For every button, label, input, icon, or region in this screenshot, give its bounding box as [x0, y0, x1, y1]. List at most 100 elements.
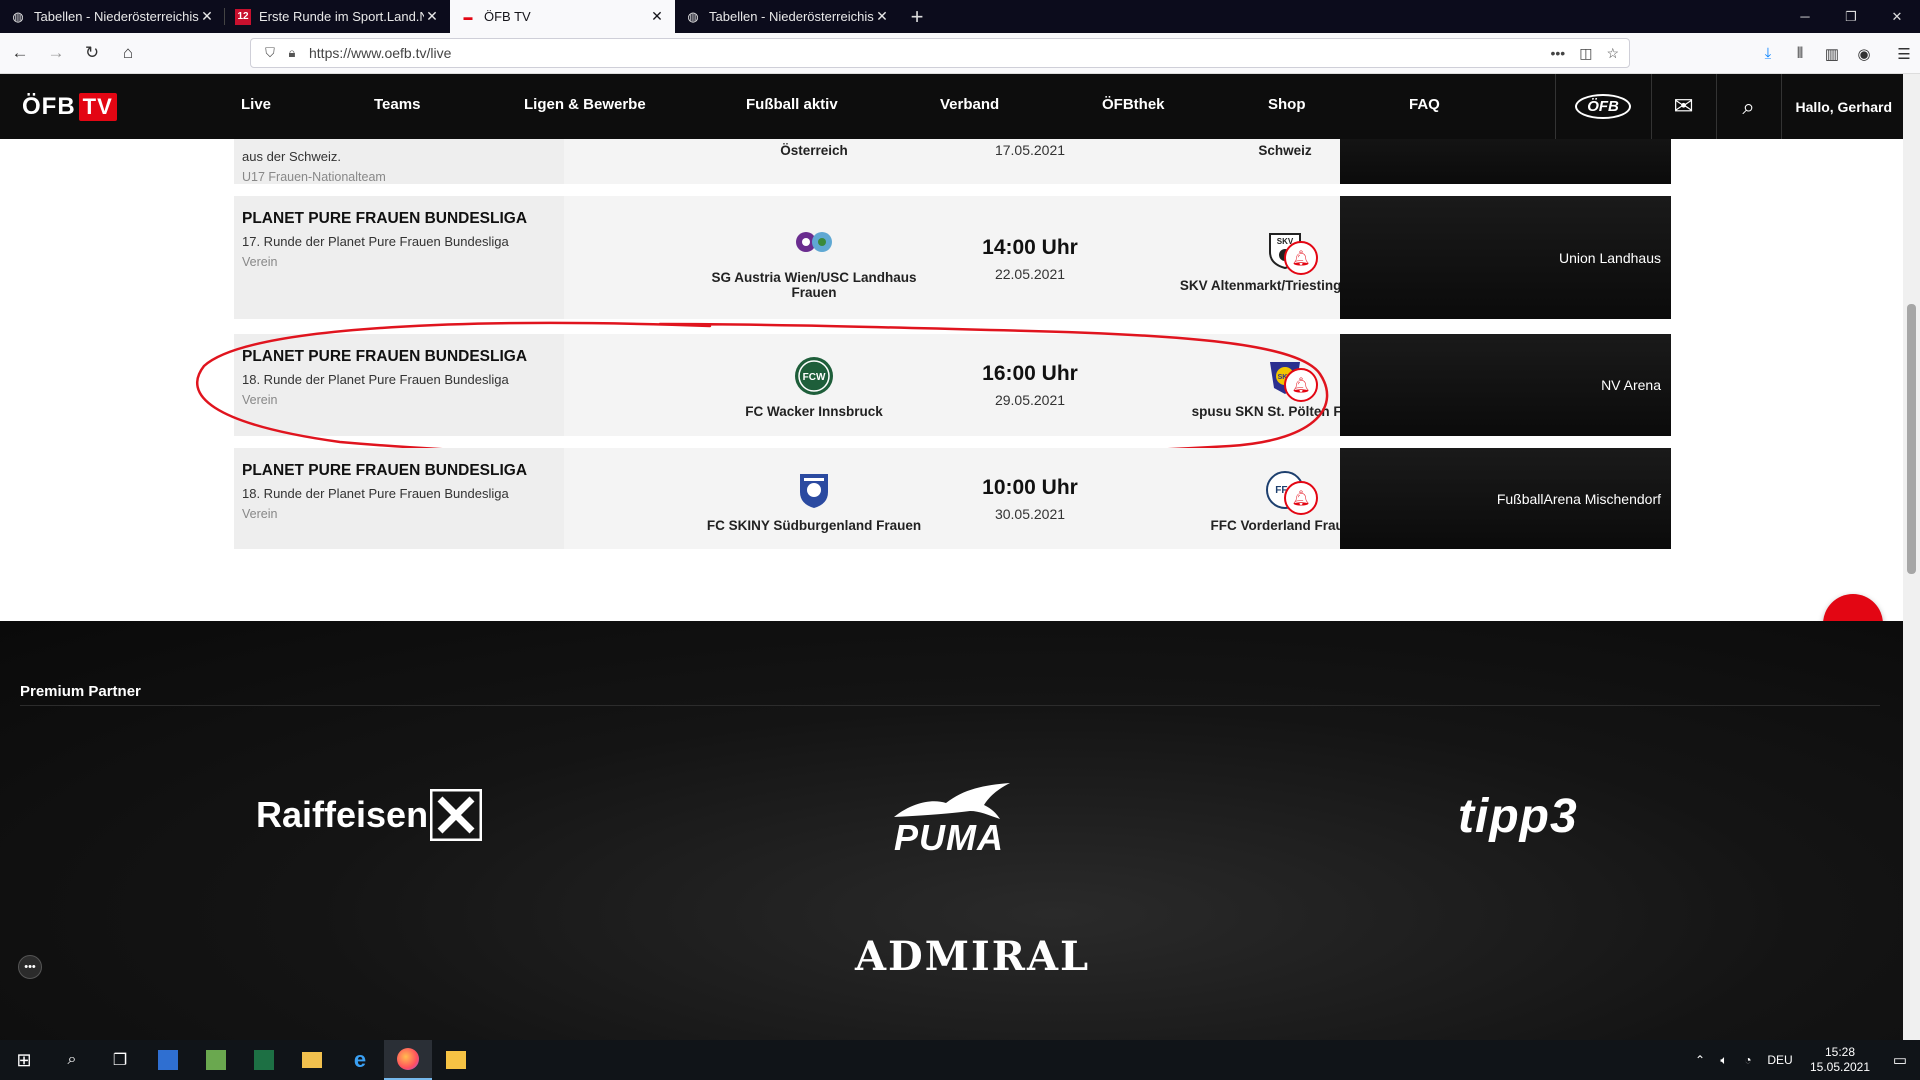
oefb-tv-logo[interactable]: ÖFB TV — [0, 74, 200, 139]
match-row[interactable]: PLANET PURE FRAUEN BUNDESLIGA 18. Runde … — [234, 448, 1360, 549]
screen: ◍ Tabellen - Niederösterreichische ✕ 12 … — [0, 0, 1920, 1080]
browser-tab[interactable]: 12 Erste Runde im Sport.Land.NÖ ✕ — [225, 0, 450, 33]
nav-teams[interactable]: Teams — [374, 96, 420, 113]
windows-start-icon[interactable]: ⊞ — [0, 1040, 48, 1080]
nav-verband[interactable]: Verband — [940, 96, 999, 113]
shield-icon[interactable]: ⛉ — [259, 45, 281, 61]
match-round: aus der Schweiz. — [242, 149, 341, 164]
close-icon[interactable]: ✕ — [874, 8, 890, 25]
venue-panel[interactable]: Union Landhaus — [1340, 196, 1671, 319]
url-actions: ••• ◫ ☆ — [1550, 45, 1629, 62]
globe-icon: ◍ — [687, 8, 699, 24]
admiral-logo[interactable]: ADMIRAL — [855, 933, 1090, 980]
scrollbar-thumb[interactable] — [1907, 304, 1916, 574]
nav-oefbthek[interactable]: ÖFBthek — [1102, 96, 1165, 113]
match-category: PLANET PURE FRAUEN BUNDESLIGA 17. Runde … — [234, 196, 564, 319]
library-icon[interactable]: ⫴ — [1784, 45, 1816, 62]
venue-panel[interactable]: FußballArena Mischendorf — [1340, 448, 1671, 549]
minimize-icon[interactable]: ─ — [1782, 0, 1828, 33]
browser-tab-active[interactable]: ▬ ÖFB TV ✕ — [450, 0, 675, 33]
nav-live[interactable]: Live — [241, 96, 271, 113]
download-icon[interactable]: ⤓ — [1752, 45, 1784, 62]
more-options-icon[interactable]: ••• — [18, 955, 42, 979]
home-icon[interactable]: ⌂ — [112, 37, 144, 69]
back-icon[interactable]: ← — [4, 37, 36, 69]
close-icon[interactable]: ✕ — [649, 8, 665, 25]
venue-name: NV Arena — [1601, 377, 1661, 393]
suedburgenland-crest-icon — [792, 468, 836, 512]
close-window-icon[interactable]: ✕ — [1874, 0, 1920, 33]
nav-faq[interactable]: FAQ — [1409, 96, 1440, 113]
url-text[interactable]: https://www.oefb.tv/live — [309, 45, 451, 61]
search-taskbar-icon[interactable]: ⌕ — [48, 1040, 96, 1080]
match-time-block: 14:00 Uhr 22.05.2021 — [930, 236, 1130, 282]
pocket-icon[interactable]: ◫ — [1579, 45, 1592, 62]
venue-panel[interactable]: NV Arena — [1340, 334, 1671, 436]
reload-icon[interactable]: ↻ — [76, 37, 108, 69]
oefb-link[interactable]: ÖFB — [1554, 74, 1651, 139]
nav-ligen-bewerbe[interactable]: Ligen & Bewerbe — [524, 96, 646, 113]
nav-fussball-aktiv[interactable]: Fußball aktiv — [746, 96, 838, 113]
puma-logo[interactable]: PUMA — [884, 781, 1014, 859]
match-time-block: 10:00 Uhr 30.05.2021 — [930, 476, 1130, 522]
star-icon[interactable]: ☆ — [1606, 45, 1619, 62]
clock[interactable]: 15:28 15.05.2021 — [1800, 1045, 1880, 1075]
match-date: 22.05.2021 — [994, 266, 1066, 282]
toolbar-right: ⤓ ⫴ ▥ ◉ ☰ — [1752, 33, 1920, 74]
raiffeisen-cross-icon — [430, 789, 483, 841]
scroll-to-top-button[interactable]: ︿ — [1823, 594, 1883, 621]
clock-time: 15:28 — [1824, 1045, 1856, 1059]
bell-icon[interactable]: 🔔︎ — [1284, 481, 1318, 515]
home-team-name: SG Austria Wien/USC Landhaus Frauen — [711, 270, 917, 300]
language-indicator[interactable]: DEU — [1760, 1053, 1800, 1067]
restore-icon[interactable]: ❐ — [1828, 0, 1874, 33]
account-icon[interactable]: ◉ — [1848, 45, 1880, 63]
task-view-icon[interactable]: ❐ — [96, 1040, 144, 1080]
raiffeisen-logo[interactable]: Raiffeisen — [256, 789, 483, 841]
windows-taskbar: ⊞ ⌕ ❐ e ⌃ 🔈︎ ◔ DEU 15:28 15.05.2021 ▭ — [0, 1040, 1920, 1080]
tab-title: Erste Runde im Sport.Land.NÖ — [259, 9, 424, 24]
system-tray: ⌃ 🔈︎ ◔ DEU 15:28 15.05.2021 ▭ — [1688, 1045, 1920, 1075]
match-time: 10:00 Uhr — [982, 476, 1078, 499]
partners-title: Premium Partner — [20, 683, 141, 700]
match-round: 18. Runde der Planet Pure Frauen Bundesl… — [242, 486, 509, 501]
browser-tab[interactable]: ◍ Tabellen - Niederösterreichische ✕ — [0, 0, 225, 33]
home-team-name: FC SKINY Südburgenland Frauen — [706, 518, 922, 533]
vertical-scrollbar[interactable] — [1903, 74, 1920, 1040]
menu-icon[interactable]: ☰ — [1888, 45, 1920, 63]
search-icon[interactable]: ⌕ — [1715, 74, 1781, 139]
forward-icon[interactable]: → — [40, 37, 72, 69]
tab-title: Tabellen - Niederösterreichische — [709, 9, 874, 24]
sidebar-icon[interactable]: ▥ — [1816, 45, 1848, 63]
url-bar[interactable]: ⛉ 🔒︎ https://www.oefb.tv/live ••• ◫ ☆ — [250, 38, 1630, 68]
mail-icon[interactable]: ✉ — [1650, 74, 1716, 139]
nav-shop[interactable]: Shop — [1268, 96, 1306, 113]
match-row[interactable]: aus der Schweiz. U17 Frauen-Nationalteam… — [234, 139, 1347, 184]
app-icon[interactable] — [144, 1040, 192, 1080]
tipp3-logo[interactable]: tipp3 — [1458, 789, 1578, 844]
live-schedule: aus der Schweiz. U17 Frauen-Nationalteam… — [0, 139, 1920, 621]
network-icon[interactable]: ◔ — [1736, 1053, 1760, 1067]
firefox-icon[interactable] — [384, 1040, 432, 1080]
match-row[interactable]: PLANET PURE FRAUEN BUNDESLIGA 17. Runde … — [234, 196, 1390, 319]
file-explorer-icon[interactable] — [288, 1040, 336, 1080]
more-icon[interactable]: ••• — [1550, 45, 1565, 62]
new-tab-button[interactable]: + — [900, 0, 934, 33]
close-icon[interactable]: ✕ — [199, 8, 215, 25]
home-team: FC SKINY Südburgenland Frauen — [694, 468, 934, 533]
league-name: PLANET PURE FRAUEN BUNDESLIGA — [242, 462, 528, 479]
close-icon[interactable]: ✕ — [424, 8, 440, 25]
chevron-up-icon[interactable]: ⌃ — [1688, 1053, 1712, 1067]
app-icon[interactable] — [192, 1040, 240, 1080]
user-greeting[interactable]: Hallo, Gerhard — [1780, 74, 1920, 139]
bell-icon[interactable]: 🔔︎ — [1284, 241, 1318, 275]
browser-navbar: ← → ↻ ⌂ ⛉ 🔒︎ https://www.oefb.tv/live ••… — [0, 33, 1920, 74]
volume-icon[interactable]: 🔈︎ — [1712, 1053, 1736, 1068]
lock-icon[interactable]: 🔒︎ — [281, 45, 303, 61]
app-icon[interactable] — [432, 1040, 480, 1080]
notification-icon[interactable]: ▭ — [1880, 1051, 1920, 1069]
browser-tab[interactable]: ◍ Tabellen - Niederösterreichische ✕ — [675, 0, 900, 33]
match-category: aus der Schweiz. U17 Frauen-Nationalteam — [234, 139, 564, 184]
edge-icon[interactable]: e — [336, 1040, 384, 1080]
excel-icon[interactable] — [240, 1040, 288, 1080]
